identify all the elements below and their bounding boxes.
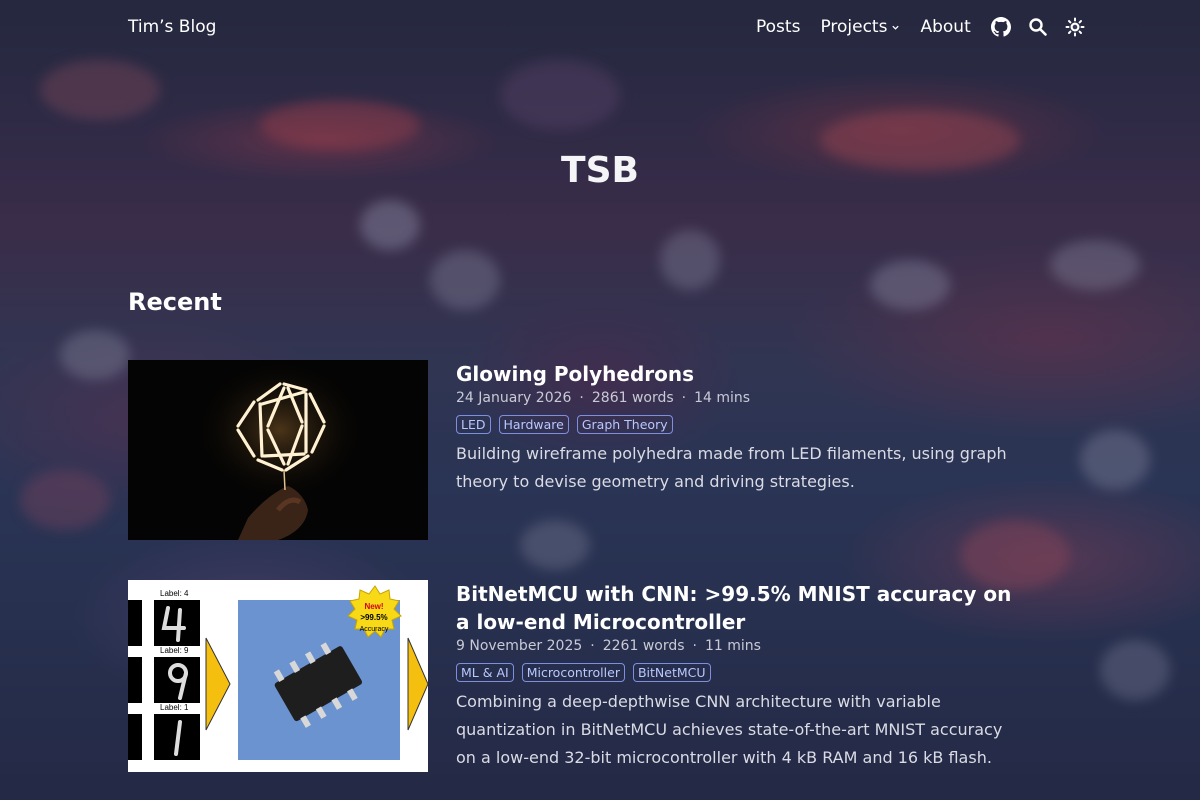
- post-body: BitNetMCU with CNN: >99.5% MNIST accurac…: [456, 580, 1026, 772]
- nav-about-label: About: [920, 17, 971, 37]
- thumb-label-3: Label: 1: [160, 703, 189, 712]
- meta-separator: ·: [681, 390, 687, 406]
- tag-hardware[interactable]: Hardware: [498, 415, 569, 434]
- nav-about[interactable]: About: [920, 17, 970, 37]
- post-card: Glowing Polyhedrons 24 January 2026 · 28…: [128, 360, 1028, 540]
- post-tags: LED Hardware Graph Theory: [456, 415, 1026, 434]
- theme-toggle-icon[interactable]: [1065, 17, 1085, 37]
- meta-separator: ·: [579, 390, 584, 406]
- post-date: 24 January 2026: [456, 390, 572, 406]
- thumb-badge-value: >99.5%: [360, 613, 387, 622]
- post-thumbnail[interactable]: Label: 4 Label: 9 Label: 1 New! >99.5% A…: [128, 580, 428, 772]
- post-meta: 24 January 2026 · 2861 words · 14 mins: [456, 390, 1026, 406]
- post-read-time: 14 mins: [694, 390, 751, 406]
- tag-ml-ai[interactable]: ML & AI: [456, 663, 514, 682]
- post-word-count: 2261 words: [602, 638, 685, 654]
- tag-graph-theory[interactable]: Graph Theory: [576, 415, 673, 434]
- site-brand-link[interactable]: Tim’s Blog: [128, 17, 216, 37]
- post-date: 9 November 2025: [456, 638, 583, 654]
- bitnetmcu-image: Label: 4 Label: 9 Label: 1 New! >99.5% A…: [128, 580, 428, 772]
- post-body: Glowing Polyhedrons 24 January 2026 · 28…: [456, 360, 1026, 496]
- post-read-time: 11 mins: [704, 638, 761, 654]
- tag-microcontroller[interactable]: Microcontroller: [521, 663, 625, 682]
- main-nav: Posts Projects About: [756, 17, 1102, 37]
- thumb-label-1: Label: 4: [160, 589, 189, 598]
- site-header: Tim’s Blog Posts Projects About: [0, 0, 1200, 56]
- nav-projects[interactable]: Projects: [820, 17, 900, 37]
- post-card: Label: 4 Label: 9 Label: 1 New! >99.5% A…: [128, 580, 1028, 775]
- post-meta: 9 November 2025 · 2261 words · 11 mins: [456, 638, 1026, 654]
- nav-posts-label: Posts: [756, 17, 801, 37]
- thumb-label-2: Label: 9: [160, 646, 189, 655]
- hero-title: TSB: [561, 150, 639, 191]
- post-tags: ML & AI Microcontroller BitNetMCU: [456, 663, 1026, 682]
- post-word-count: 2861 words: [591, 390, 674, 406]
- meta-separator: ·: [692, 638, 697, 654]
- chevron-down-icon: [892, 25, 900, 30]
- led-polyhedron-image: [128, 360, 428, 540]
- nav-posts[interactable]: Posts: [756, 17, 800, 37]
- post-title-link[interactable]: BitNetMCU with CNN: >99.5% MNIST accurac…: [456, 580, 1026, 636]
- post-summary: Building wireframe polyhedra made from L…: [456, 444, 1007, 491]
- tag-bitnetmcu[interactable]: BitNetMCU: [632, 663, 711, 682]
- thumb-badge-caption: Accuracy: [360, 626, 389, 633]
- search-icon[interactable]: [1028, 17, 1048, 37]
- tag-led[interactable]: LED: [456, 415, 491, 434]
- thumb-badge-new: New!: [364, 602, 383, 611]
- github-icon[interactable]: [990, 17, 1011, 37]
- recent-heading: Recent: [128, 288, 222, 316]
- meta-separator: ·: [590, 638, 595, 654]
- post-summary: Combining a deep-depthwise CNN architect…: [456, 692, 1003, 767]
- post-title-link[interactable]: Glowing Polyhedrons: [456, 360, 1026, 388]
- post-thumbnail[interactable]: [128, 360, 428, 540]
- nav-projects-label: Projects: [820, 17, 888, 37]
